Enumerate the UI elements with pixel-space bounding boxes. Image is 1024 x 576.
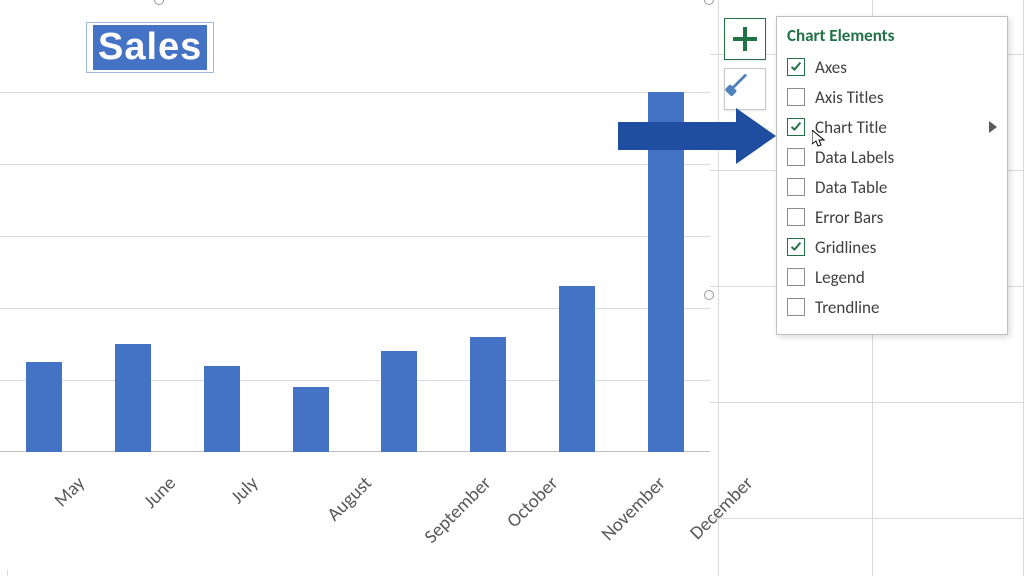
bar[interactable] <box>470 337 506 452</box>
checkbox[interactable] <box>787 208 805 226</box>
chart-element-option[interactable]: Error Bars <box>787 202 997 232</box>
brush-icon <box>729 73 760 104</box>
chart-elements-flyout[interactable]: Chart Elements Axes Axis Titles Chart Titl… <box>776 16 1008 335</box>
x-axis-label: May <box>50 472 90 512</box>
bar[interactable] <box>26 362 62 452</box>
checkbox[interactable] <box>787 178 805 196</box>
bar[interactable] <box>559 286 595 452</box>
checkbox[interactable] <box>787 58 805 76</box>
chart-element-option[interactable]: Gridlines <box>787 232 997 262</box>
x-axis-label: July <box>226 472 263 509</box>
checkbox[interactable] <box>787 88 805 106</box>
plus-icon <box>733 27 757 51</box>
check-icon <box>791 240 801 251</box>
submenu-arrow-icon[interactable] <box>989 121 997 133</box>
x-axis-label: October <box>503 472 564 533</box>
chart-elements-button[interactable] <box>724 18 766 60</box>
chart-element-option[interactable]: Axis Titles <box>787 82 997 112</box>
selection-handle[interactable] <box>154 0 164 5</box>
checkbox[interactable] <box>787 268 805 286</box>
option-label: Gridlines <box>815 237 876 258</box>
check-icon <box>791 60 801 71</box>
checkbox[interactable] <box>787 238 805 256</box>
x-axis-label: August <box>322 472 376 526</box>
x-axis-label: June <box>140 472 181 513</box>
flyout-title: Chart Elements <box>787 25 997 46</box>
chart-element-option[interactable]: Axes <box>787 52 997 82</box>
annotation-arrow <box>618 108 798 164</box>
chart-element-option[interactable]: Data Table <box>787 172 997 202</box>
chart-styles-button[interactable] <box>724 68 766 110</box>
plot-area[interactable] <box>0 92 710 452</box>
chart-element-option[interactable]: Trendline <box>787 292 997 322</box>
x-axis-label: September <box>420 472 496 548</box>
chart-element-option[interactable]: Legend <box>787 262 997 292</box>
bar[interactable] <box>204 366 240 452</box>
bar[interactable] <box>381 351 417 452</box>
bar[interactable] <box>293 387 329 452</box>
x-axis-label: December <box>685 472 758 545</box>
option-label: Error Bars <box>815 207 883 228</box>
option-label: Chart Title <box>815 117 887 138</box>
option-label: Data Table <box>815 177 887 198</box>
option-label: Axis Titles <box>815 87 883 108</box>
selection-handle[interactable] <box>704 0 714 5</box>
option-label: Data Labels <box>815 147 894 168</box>
chart-object[interactable]: Sales May June July August SeptemberOctober N… <box>0 0 710 570</box>
chart-element-option[interactable]: Chart Title <box>787 112 997 142</box>
chart-title[interactable]: Sales <box>86 22 214 73</box>
option-label: Axes <box>815 57 847 78</box>
chart-side-buttons <box>724 18 768 118</box>
chart-title-text[interactable]: Sales <box>93 25 207 70</box>
option-label: Trendline <box>815 297 879 318</box>
x-axis-labels: May June July August SeptemberOctober Novembe… <box>0 460 710 570</box>
checkbox[interactable] <box>787 298 805 316</box>
bar[interactable] <box>115 344 151 452</box>
option-label: Legend <box>815 267 865 288</box>
x-axis-label: November <box>597 472 671 546</box>
chart-element-option[interactable]: Data Labels <box>787 142 997 172</box>
data-series[interactable] <box>0 92 710 452</box>
